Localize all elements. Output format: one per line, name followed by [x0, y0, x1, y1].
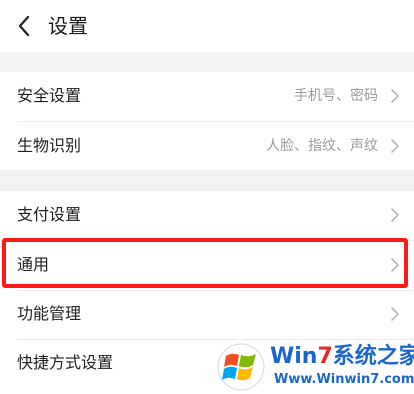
chevron-right-icon — [390, 207, 400, 223]
settings-item-label: 通用 — [17, 255, 50, 274]
settings-item-value: 手机号、密码 — [294, 88, 378, 104]
watermark: Win7系统之家 Www.Winwin7.com — [216, 340, 414, 394]
settings-item-value: 人脸、指纹、声纹 — [266, 138, 378, 154]
chevron-right-icon — [390, 257, 400, 273]
page-title: 设置 — [48, 14, 88, 38]
settings-item-label: 生物识别 — [17, 136, 82, 155]
settings-item-label: 支付设置 — [17, 205, 82, 224]
settings-item-label: 安全设置 — [17, 86, 82, 105]
settings-group-account: 安全设置 手机号、密码 生物识别 人脸、指纹、声纹 — [0, 72, 414, 170]
settings-item-label: 功能管理 — [17, 304, 82, 323]
chevron-right-icon — [390, 306, 400, 322]
chevron-right-icon — [390, 88, 400, 104]
chevron-right-icon — [390, 138, 400, 154]
settings-item-security[interactable]: 安全设置 手机号、密码 — [0, 72, 414, 120]
settings-item-general[interactable]: 通用 — [0, 241, 414, 289]
settings-item-feature-management[interactable]: 功能管理 — [0, 290, 414, 338]
watermark-brand: Win7系统之家 — [270, 344, 414, 369]
settings-item-label: 快捷方式设置 — [17, 353, 114, 372]
settings-item-biometrics[interactable]: 生物识别 人脸、指纹、声纹 — [0, 122, 414, 170]
chevron-left-icon — [17, 15, 31, 37]
back-button[interactable] — [6, 8, 42, 44]
settings-item-payment[interactable]: 支付设置 — [0, 191, 414, 239]
settings-screen: 设置 安全设置 手机号、密码 生物识别 人脸、指纹、声纹 支付设置 通用 功能管… — [0, 0, 414, 394]
top-bar: 设置 — [0, 0, 414, 52]
watermark-url: Www.Winwin7.com — [274, 372, 414, 387]
windows-logo-icon — [216, 342, 266, 392]
